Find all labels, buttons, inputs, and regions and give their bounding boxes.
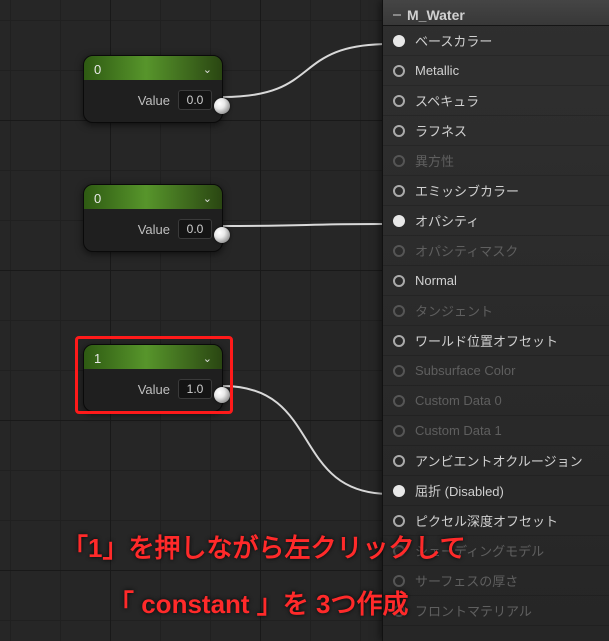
value-label: Value <box>138 93 170 108</box>
material-input-0[interactable]: ベースカラー <box>383 26 609 56</box>
node-body: Value 1.0 <box>84 369 222 411</box>
material-input-13: Custom Data 1 <box>383 416 609 446</box>
pin-label: ベースカラー <box>415 31 492 50</box>
material-input-4: 異方性 <box>383 146 609 176</box>
pin-label: オパシティ <box>415 211 479 230</box>
value-input[interactable]: 0.0 <box>178 90 212 110</box>
pin-label: ワールド位置オフセット <box>415 331 558 350</box>
input-pin-icon[interactable] <box>393 125 405 137</box>
value-label: Value <box>138 382 170 397</box>
pin-label: オパシティマスク <box>415 241 518 260</box>
material-input-15[interactable]: 屈折 (Disabled) <box>383 476 609 506</box>
input-pin-icon <box>393 425 405 437</box>
material-input-5[interactable]: エミッシブカラー <box>383 176 609 206</box>
pin-label: サーフェスの厚さ <box>415 571 518 590</box>
material-input-16[interactable]: ピクセル深度オフセット <box>383 506 609 536</box>
material-input-18: サーフェスの厚さ <box>383 566 609 596</box>
material-input-19: フロントマテリアル <box>383 596 609 626</box>
material-input-12: Custom Data 0 <box>383 386 609 416</box>
input-pin-icon[interactable] <box>393 485 405 497</box>
panel-title-bar[interactable]: M_Water <box>383 0 609 26</box>
chevron-down-icon[interactable]: ⌄ <box>203 352 212 365</box>
input-pin-icon[interactable] <box>393 185 405 197</box>
material-input-8[interactable]: Normal <box>383 266 609 296</box>
pin-label: エミッシブカラー <box>415 181 519 200</box>
pin-label: Custom Data 1 <box>415 423 502 438</box>
pin-label: アンビエントオクルージョン <box>415 451 583 470</box>
input-pin-icon <box>393 575 405 587</box>
input-pin-icon[interactable] <box>393 515 405 527</box>
constant-node[interactable]: 1 ⌄ Value 1.0 <box>83 344 223 412</box>
input-pin-icon <box>393 155 405 167</box>
node-body: Value 0.0 <box>84 80 222 122</box>
input-pin-icon <box>393 395 405 407</box>
drag-handle-icon <box>393 14 401 16</box>
input-pin-icon <box>393 545 405 557</box>
input-pin-icon <box>393 365 405 377</box>
value-label: Value <box>138 222 170 237</box>
pin-label: タンジェント <box>415 301 493 320</box>
material-input-1[interactable]: Metallic <box>383 56 609 86</box>
node-header[interactable]: 1 ⌄ <box>84 345 222 369</box>
node-header[interactable]: 0 ⌄ <box>84 56 222 80</box>
material-input-7: オパシティマスク <box>383 236 609 266</box>
chevron-down-icon[interactable]: ⌄ <box>203 63 212 76</box>
output-pin[interactable] <box>214 98 230 114</box>
input-pin-icon <box>393 245 405 257</box>
node-title: 1 <box>94 351 101 366</box>
constant-node[interactable]: 0 ⌄ Value 0.0 <box>83 184 223 252</box>
pin-label: シェーディングモデル <box>415 541 544 560</box>
pin-list: ベースカラー Metallic スペキュララフネス異方性エミッシブカラーオパシティオ… <box>383 26 609 626</box>
input-pin-icon[interactable] <box>393 35 405 47</box>
value-input[interactable]: 1.0 <box>178 379 212 399</box>
material-output-panel: M_Water ベースカラー Metallic スペキュララフネス異方性エミッシブカ… <box>382 0 609 641</box>
input-pin-icon[interactable] <box>393 215 405 227</box>
panel-title: M_Water <box>407 7 465 23</box>
input-pin-icon[interactable] <box>393 95 405 107</box>
pin-label: ラフネス <box>415 121 467 140</box>
material-input-6[interactable]: オパシティ <box>383 206 609 236</box>
output-pin[interactable] <box>214 227 230 243</box>
constant-node[interactable]: 0 ⌄ Value 0.0 <box>83 55 223 123</box>
input-pin-icon <box>393 305 405 317</box>
output-pin[interactable] <box>214 387 230 403</box>
pin-label: Normal <box>415 273 457 288</box>
input-pin-icon <box>393 605 405 617</box>
value-input[interactable]: 0.0 <box>178 219 212 239</box>
pin-label: 屈折 (Disabled) <box>415 481 504 500</box>
input-pin-icon[interactable] <box>393 335 405 347</box>
input-pin-icon[interactable] <box>393 65 405 77</box>
chevron-down-icon[interactable]: ⌄ <box>203 192 212 205</box>
node-body: Value 0.0 <box>84 209 222 251</box>
material-input-3[interactable]: ラフネス <box>383 116 609 146</box>
input-pin-icon[interactable] <box>393 455 405 467</box>
material-input-9: タンジェント <box>383 296 609 326</box>
input-pin-icon[interactable] <box>393 275 405 287</box>
pin-label: Subsurface Color <box>415 363 515 378</box>
pin-label: Custom Data 0 <box>415 393 502 408</box>
pin-label: 異方性 <box>415 151 454 170</box>
node-title: 0 <box>94 191 101 206</box>
material-input-17: シェーディングモデル <box>383 536 609 566</box>
pin-label: ピクセル深度オフセット <box>415 511 558 530</box>
node-title: 0 <box>94 62 101 77</box>
pin-label: フロントマテリアル <box>415 601 532 620</box>
material-input-10[interactable]: ワールド位置オフセット <box>383 326 609 356</box>
material-input-11: Subsurface Color <box>383 356 609 386</box>
node-header[interactable]: 0 ⌄ <box>84 185 222 209</box>
pin-label: スペキュラ <box>415 91 479 110</box>
material-input-14[interactable]: アンビエントオクルージョン <box>383 446 609 476</box>
material-input-2[interactable]: スペキュラ <box>383 86 609 116</box>
pin-label: Metallic <box>415 63 459 78</box>
